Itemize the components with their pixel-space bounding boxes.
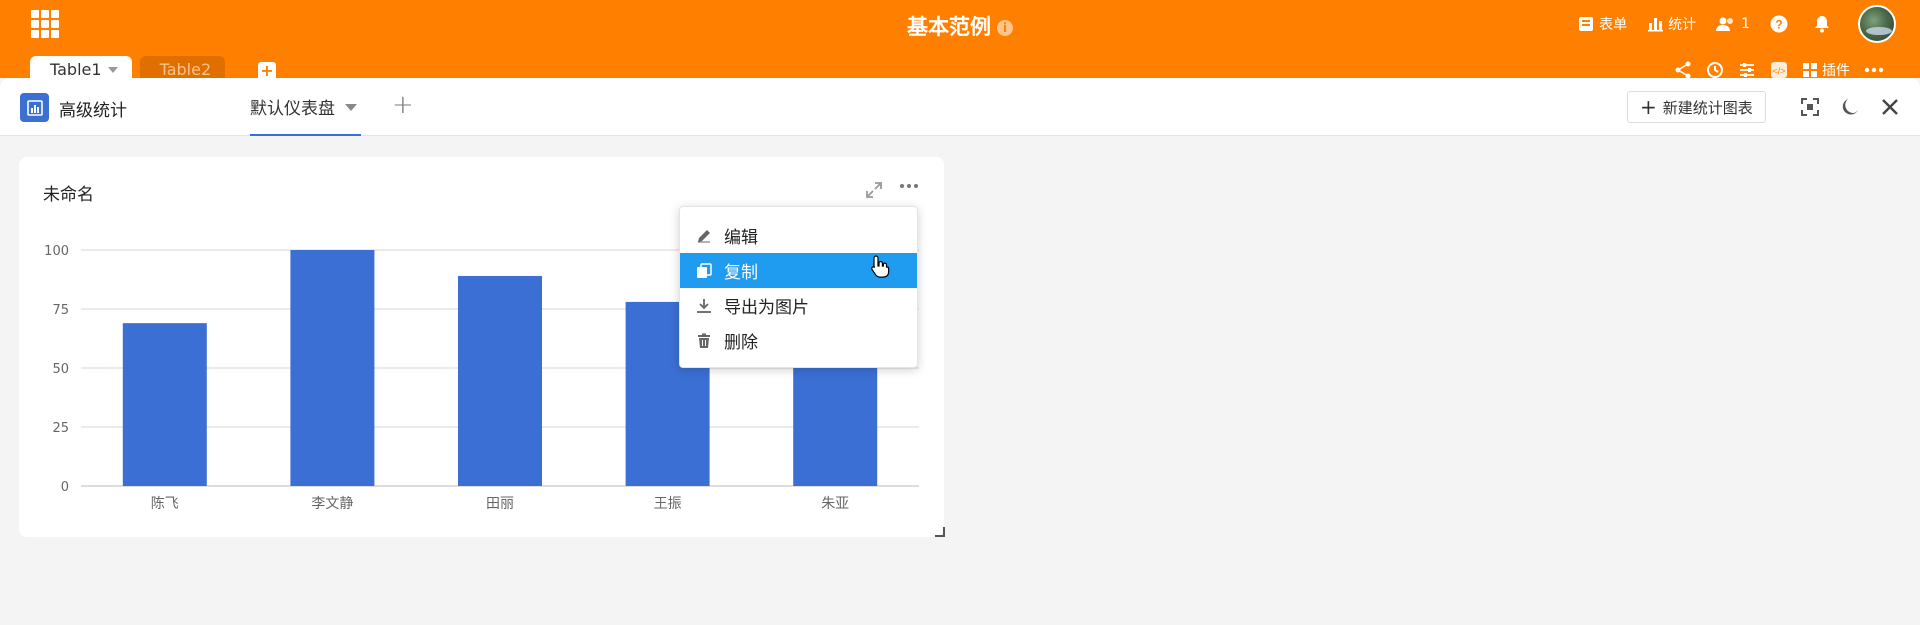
y-tick-label: 75: [52, 303, 69, 318]
top-actions: 表单 统计 1 ?: [1558, 5, 1896, 43]
table-tab-1-label: Table1: [50, 60, 102, 79]
dashboard-tab-label: 默认仪表盘: [250, 99, 335, 119]
menu-item-export-label: 导出为图片: [724, 298, 809, 318]
statistics-logo-icon: [20, 93, 49, 122]
panel-header: 高级统计 默认仪表盘 + + 新建统计图表: [0, 78, 1920, 136]
bell-icon: [1815, 16, 1829, 33]
bar-chart-icon: [1648, 18, 1664, 32]
menu-item-edit-label: 编辑: [724, 228, 758, 248]
y-tick-label: 0: [61, 480, 69, 495]
help-button[interactable]: ?: [1770, 15, 1793, 33]
advanced-stats-panel: 高级统计 默认仪表盘 + + 新建统计图表 未命名 100 75 50 25 0 陈飞 李文…: [0, 78, 1920, 625]
resize-handle[interactable]: [935, 527, 945, 537]
form-label: 表单: [1599, 17, 1628, 33]
new-chart-button[interactable]: + 新建统计图表: [1627, 91, 1766, 123]
stats-button[interactable]: 统计: [1647, 14, 1696, 34]
bar[interactable]: [458, 275, 542, 486]
trash-icon: [698, 333, 710, 348]
stats-label: 统计: [1668, 17, 1697, 33]
table-tab-2-label: Table2: [159, 60, 212, 79]
notifications-button[interactable]: [1813, 15, 1836, 33]
svg-text:</>: </>: [1772, 66, 1785, 76]
settings-sliders-icon[interactable]: [1738, 61, 1756, 79]
pencil-icon: [698, 229, 710, 242]
menu-item-copy-label: 复制: [724, 263, 758, 283]
x-tick-label: 田丽: [486, 496, 514, 512]
plus-icon: +: [1640, 95, 1657, 119]
top-bar: 基本范例 i 表单 统计 1 ? Table1 Table2 + </> 插件: [0, 0, 1920, 86]
table-tabs: Table1 Table2: [30, 56, 233, 86]
form-button[interactable]: 表单: [1578, 14, 1627, 34]
close-icon[interactable]: [1878, 95, 1902, 119]
collaborators-button[interactable]: 1: [1716, 16, 1750, 32]
bar[interactable]: [290, 250, 375, 486]
x-tick-label: 陈飞: [151, 495, 179, 512]
new-chart-label: 新建统计图表: [1662, 98, 1753, 117]
menu-item-edit[interactable]: 编辑: [680, 218, 917, 253]
svg-text:?: ?: [1775, 18, 1782, 32]
tab-default-dashboard[interactable]: 默认仪表盘: [250, 94, 361, 136]
hand-cursor-icon: [871, 255, 890, 278]
bar[interactable]: [122, 323, 207, 486]
users-icon: [1716, 17, 1734, 31]
x-tick-label: 李文静: [311, 496, 353, 512]
base-title-text: 基本范例: [907, 15, 991, 39]
x-tick-label: 王振: [654, 496, 682, 512]
form-icon: [1579, 17, 1594, 31]
user-avatar[interactable]: [1858, 5, 1896, 43]
menu-item-delete-label: 删除: [724, 333, 758, 353]
plugins-label: 插件: [1822, 63, 1850, 79]
panel-title: 高级统计: [59, 101, 127, 121]
y-tick-label: 50: [52, 362, 69, 377]
chevron-down-icon[interactable]: [107, 67, 118, 73]
y-tick-label: 25: [52, 421, 69, 436]
collaborators-count: 1: [1741, 16, 1750, 32]
download-icon: [697, 298, 711, 313]
plugins-button[interactable]: 插件: [1802, 60, 1850, 80]
plugin-icon: [1803, 63, 1817, 77]
help-icon: ?: [1770, 15, 1788, 33]
y-tick-label: 100: [44, 244, 69, 259]
fullscreen-icon[interactable]: [1798, 95, 1822, 119]
script-icon[interactable]: </>: [1770, 61, 1788, 79]
more-icon[interactable]: [1864, 67, 1884, 73]
chevron-down-icon[interactable]: [345, 104, 357, 111]
table-toolbar: </> 插件: [1660, 60, 1884, 80]
info-icon[interactable]: i: [997, 20, 1013, 36]
chart-context-menu: 编辑 复制 导出为图片 删除: [679, 206, 918, 368]
history-icon[interactable]: [1706, 61, 1724, 79]
dark-mode-icon[interactable]: [1838, 95, 1862, 119]
menu-item-export-image[interactable]: 导出为图片: [680, 288, 917, 323]
add-dashboard-button[interactable]: +: [392, 90, 414, 120]
copy-icon: [697, 262, 712, 278]
x-tick-label: 朱亚: [821, 496, 849, 512]
share-icon[interactable]: [1674, 61, 1692, 79]
menu-item-delete[interactable]: 删除: [680, 323, 917, 358]
